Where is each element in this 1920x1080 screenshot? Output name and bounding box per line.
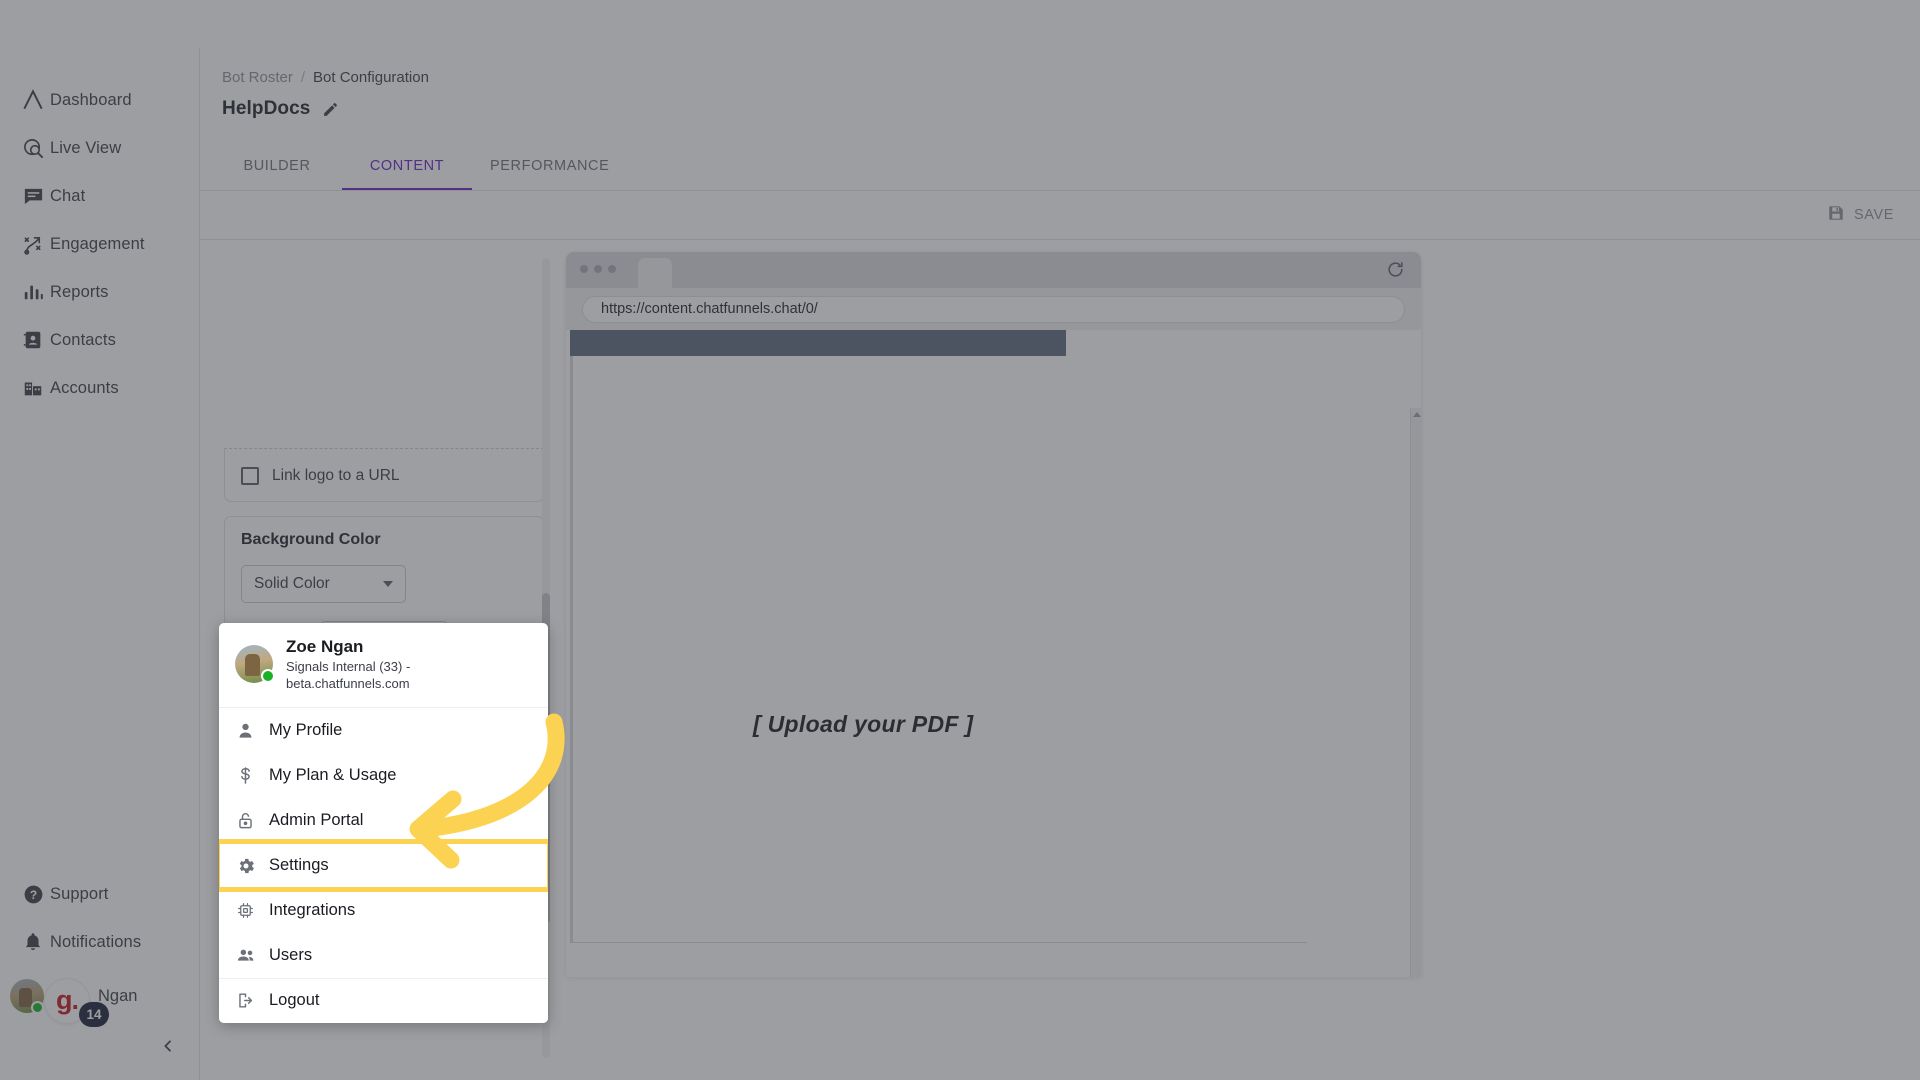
- menu-item-my-profile[interactable]: My Profile: [219, 707, 548, 753]
- chip-icon: [236, 901, 269, 920]
- person-icon: [236, 721, 269, 740]
- user-menu-name: Zoe Ngan: [286, 637, 364, 656]
- logout-arrow-icon: [236, 991, 269, 1010]
- menu-item-label: Admin Portal: [269, 810, 364, 829]
- menu-item-label: Settings: [269, 856, 329, 875]
- menu-item-logout[interactable]: Logout: [219, 977, 548, 1023]
- menu-item-settings[interactable]: Settings: [219, 838, 548, 892]
- people-icon: [236, 945, 269, 966]
- menu-item-label: Users: [269, 945, 313, 964]
- unlock-icon: [236, 811, 269, 830]
- menu-item-admin-portal[interactable]: Admin Portal: [219, 797, 548, 843]
- avatar: [235, 645, 275, 684]
- menu-item-users[interactable]: Users: [219, 932, 548, 978]
- menu-item-label: My Plan & Usage: [269, 765, 397, 784]
- user-dropdown-menu: Zoe Ngan Signals Internal (33) - beta.ch…: [219, 623, 548, 1023]
- menu-item-label: My Profile: [269, 720, 343, 739]
- online-status-dot: [261, 669, 275, 684]
- menu-item-my-plan-and-usage[interactable]: My Plan & Usage: [219, 752, 548, 798]
- menu-item-label: Logout: [269, 991, 320, 1010]
- menu-item-integrations[interactable]: Integrations: [219, 887, 548, 933]
- user-menu-org: Signals Internal (33) - beta.chatfunnels…: [286, 659, 411, 691]
- menu-item-label: Integrations: [269, 900, 356, 919]
- app-window: Dashboard Live View Chat: [0, 0, 1920, 1080]
- user-menu-header: Zoe Ngan Signals Internal (33) - beta.ch…: [219, 623, 548, 708]
- dollar-sign-icon: [236, 766, 269, 785]
- gear-icon: [236, 856, 269, 876]
